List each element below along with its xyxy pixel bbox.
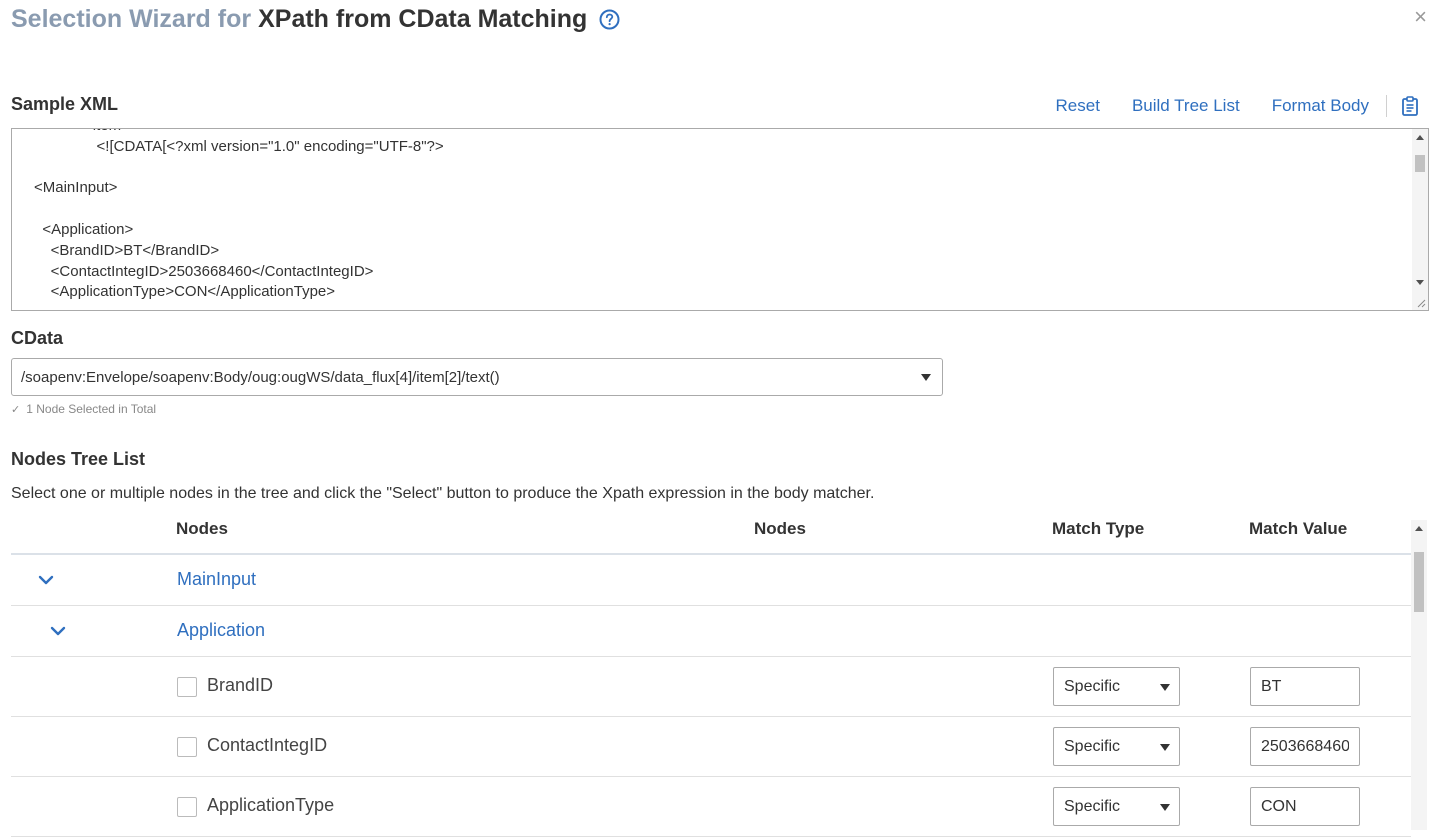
caret-down-icon <box>921 374 931 381</box>
sample-xml-content[interactable]: <item> <![CDATA[<?xml version="1.0" enco… <box>12 129 1412 303</box>
scroll-up-icon[interactable] <box>1416 135 1424 140</box>
dialog-header: Selection Wizard for XPath from CData Ma… <box>11 2 620 36</box>
match-value-input[interactable] <box>1250 667 1360 706</box>
sample-xml-label: Sample XML <box>11 94 119 114</box>
node-checkbox[interactable] <box>177 797 197 817</box>
caret-down-icon <box>1160 804 1170 811</box>
cdata-label: CData <box>11 328 64 348</box>
tree-row-applicationtype: ApplicationType Specific <box>11 777 1411 837</box>
match-type-value: Specific <box>1064 798 1121 815</box>
chevron-down-icon[interactable] <box>38 575 54 585</box>
tree-row-contactintegid: ContactIntegID Specific <box>11 717 1411 777</box>
build-tree-list-button[interactable]: Build Tree List <box>1132 96 1240 116</box>
selected-count-text: 1 Node Selected in Total <box>26 402 157 416</box>
nodes-tree-description: Select one or multiple nodes in the tree… <box>11 485 875 502</box>
caret-down-icon <box>1160 744 1170 751</box>
selected-count-info: ✓ 1 Node Selected in Total <box>11 402 156 416</box>
column-header-match-value[interactable]: Match Value <box>1249 519 1347 539</box>
column-header-nodes[interactable]: Nodes <box>176 519 228 539</box>
column-header-nodes-2[interactable]: Nodes <box>754 519 806 539</box>
caret-down-icon <box>1160 684 1170 691</box>
tree-row-maininput: MainInput <box>11 555 1411 606</box>
clipboard-icon[interactable] <box>1401 96 1419 116</box>
nodes-tree-grid: Nodes Nodes Match Type Match Value MainI… <box>11 512 1411 837</box>
sample-xml-toolbar: Reset Build Tree List Format Body <box>1024 94 1419 118</box>
match-type-value: Specific <box>1064 678 1121 695</box>
match-type-select[interactable]: Specific <box>1053 667 1180 706</box>
question-circle-icon[interactable] <box>599 9 620 30</box>
match-type-select[interactable]: Specific <box>1053 787 1180 826</box>
close-x-icon[interactable]: × <box>1414 6 1427 28</box>
toolbar-divider <box>1386 95 1387 117</box>
tree-node-contactintegid: ContactIntegID <box>207 735 328 755</box>
tree-row-application: Application <box>11 606 1411 657</box>
check-icon: ✓ <box>11 403 21 416</box>
chevron-down-icon[interactable] <box>50 626 66 636</box>
reset-button[interactable]: Reset <box>1056 96 1100 116</box>
sample-xml-textarea[interactable]: <item> <![CDATA[<?xml version="1.0" enco… <box>11 128 1429 311</box>
dialog-title-prefix: Selection Wizard for <box>11 4 252 33</box>
resize-grip-icon[interactable] <box>1416 298 1426 308</box>
tree-node-applicationtype: ApplicationType <box>207 795 335 815</box>
match-value-input[interactable] <box>1250 727 1360 766</box>
tree-row-brandid: BrandID Specific <box>11 657 1411 717</box>
node-checkbox[interactable] <box>177 677 197 697</box>
grid-header: Nodes Nodes Match Type Match Value <box>11 512 1411 555</box>
nodes-tree-scrollbar[interactable] <box>1411 520 1427 830</box>
nodes-tree-label: Nodes Tree List <box>11 449 146 469</box>
match-type-select[interactable]: Specific <box>1053 727 1180 766</box>
node-checkbox[interactable] <box>177 737 197 757</box>
sample-xml-scrollbar[interactable] <box>1412 129 1428 310</box>
format-body-button[interactable]: Format Body <box>1272 96 1369 116</box>
scrollbar-thumb[interactable] <box>1414 552 1424 612</box>
scroll-up-icon[interactable] <box>1415 526 1423 531</box>
cdata-selected-value: /soapenv:Envelope/soapenv:Body/oug:ougWS… <box>21 368 500 386</box>
cdata-select[interactable]: /soapenv:Envelope/soapenv:Body/oug:ougWS… <box>11 358 943 396</box>
tree-node-maininput[interactable]: MainInput <box>177 569 256 590</box>
scroll-down-icon[interactable] <box>1416 280 1424 285</box>
match-value-input[interactable] <box>1250 787 1360 826</box>
column-header-match-type[interactable]: Match Type <box>1052 519 1144 539</box>
match-type-value: Specific <box>1064 738 1121 755</box>
dialog-title: XPath from CData Matching <box>258 4 588 33</box>
tree-node-application[interactable]: Application <box>177 620 265 641</box>
tree-node-brandid: BrandID <box>207 675 274 695</box>
scrollbar-thumb[interactable] <box>1415 155 1425 172</box>
